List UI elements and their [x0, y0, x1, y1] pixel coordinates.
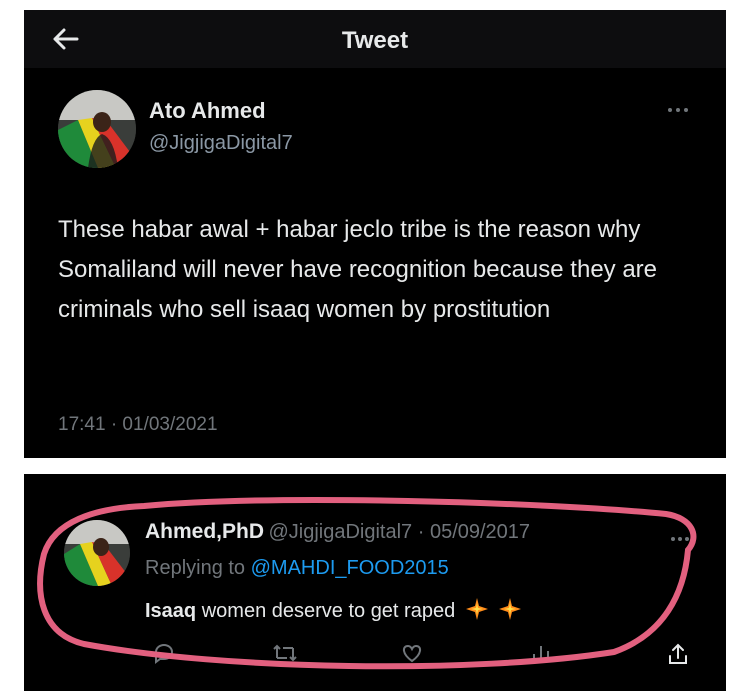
tweet-timestamp[interactable]: 17:41 · 01/03/2021	[58, 414, 218, 436]
sparkle-icon	[465, 597, 489, 627]
mention-link[interactable]: @MAHDI_FOOD2015	[251, 557, 449, 579]
avatar[interactable]	[64, 520, 130, 586]
like-icon[interactable]	[400, 642, 424, 669]
tweet-detail-panel: Tweet Ato Ahmed @JigjigaDigital7 These h…	[24, 10, 726, 458]
retweet-icon[interactable]	[272, 642, 298, 669]
more-icon[interactable]	[670, 530, 690, 548]
reply-handle-date[interactable]: @JigjigaDigital7 · 05/09/2017	[268, 521, 530, 543]
page-title: Tweet	[341, 27, 409, 54]
header-bar: Tweet	[24, 10, 726, 68]
display-name[interactable]: Ato Ahmed	[149, 98, 266, 124]
replying-to: Replying to @MAHDI_FOOD2015	[145, 557, 449, 580]
reply-icon[interactable]	[152, 642, 176, 669]
reply-text: Isaaq women deserve to get raped	[145, 597, 522, 627]
more-icon[interactable]	[666, 102, 690, 120]
highlight-outline	[37, 497, 697, 670]
replying-prefix: Replying to	[145, 557, 246, 579]
reply-display-name[interactable]: Ahmed,PhD	[145, 520, 264, 543]
analytics-icon[interactable]	[530, 642, 552, 669]
reply-header: Ahmed,PhD @JigjigaDigital7 · 05/09/2017	[145, 520, 530, 544]
user-handle[interactable]: @JigjigaDigital7	[149, 132, 293, 155]
share-icon[interactable]	[666, 642, 690, 671]
reply-text-rest: women deserve to get raped	[196, 600, 456, 622]
tweet-text: These habar awal + habar jeclo tribe is …	[58, 216, 658, 323]
reply-tweet-panel: Ahmed,PhD @JigjigaDigital7 · 05/09/2017 …	[24, 474, 726, 691]
reply-text-bold: Isaaq	[145, 600, 197, 622]
sparkle-icon	[498, 597, 522, 627]
avatar[interactable]	[58, 90, 136, 168]
